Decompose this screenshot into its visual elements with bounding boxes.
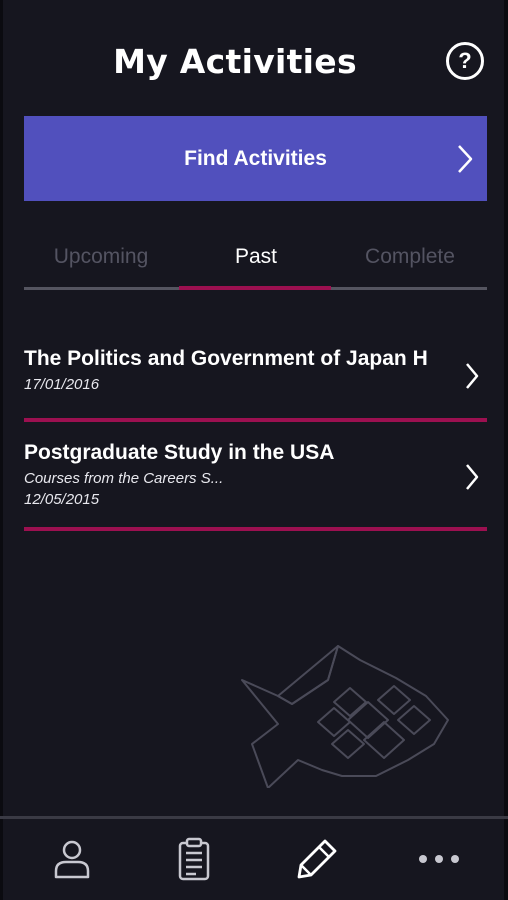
activity-date: 17/01/2016 — [24, 376, 100, 393]
find-activities-label: Find Activities — [184, 146, 327, 170]
clipboard-icon[interactable] — [172, 837, 216, 881]
activity-item[interactable]: The Politics and Government of Japan H 1… — [24, 347, 487, 417]
tab-complete[interactable]: Complete — [333, 236, 487, 290]
help-button[interactable]: ? — [446, 42, 484, 80]
activity-tabs: Upcoming Past Complete — [24, 236, 487, 290]
activity-separator — [24, 418, 487, 422]
header: My Activities ? — [0, 0, 508, 115]
activity-date: 12/05/2015 — [24, 491, 100, 508]
activity-subtitle: Courses from the Careers S... — [24, 470, 224, 487]
pencil-icon[interactable] — [295, 837, 339, 881]
tab-underline-complete — [331, 287, 487, 290]
chevron-right-icon — [466, 464, 479, 490]
tab-past[interactable]: Past — [179, 236, 333, 290]
tab-underline-past — [179, 286, 331, 290]
tab-upcoming[interactable]: Upcoming — [24, 236, 178, 290]
tab-underline-upcoming — [24, 287, 179, 290]
chevron-right-icon — [466, 363, 479, 389]
more-dots-icon[interactable] — [417, 837, 461, 881]
activity-item[interactable]: Postgraduate Study in the USA Courses fr… — [24, 441, 487, 526]
page-title: My Activities — [113, 42, 357, 81]
person-icon[interactable] — [50, 837, 94, 881]
activity-separator — [24, 527, 487, 531]
frame-edge-left — [0, 0, 3, 900]
activity-title: The Politics and Government of Japan H — [24, 347, 428, 370]
frame-edge-right — [504, 0, 508, 900]
chevron-right-icon — [458, 145, 473, 173]
fish-logo-watermark — [241, 645, 449, 788]
find-activities-button[interactable]: Find Activities — [24, 116, 487, 201]
activity-title: Postgraduate Study in the USA — [24, 441, 335, 464]
question-circle-icon: ? — [458, 48, 472, 73]
bottom-navigation — [0, 819, 508, 900]
